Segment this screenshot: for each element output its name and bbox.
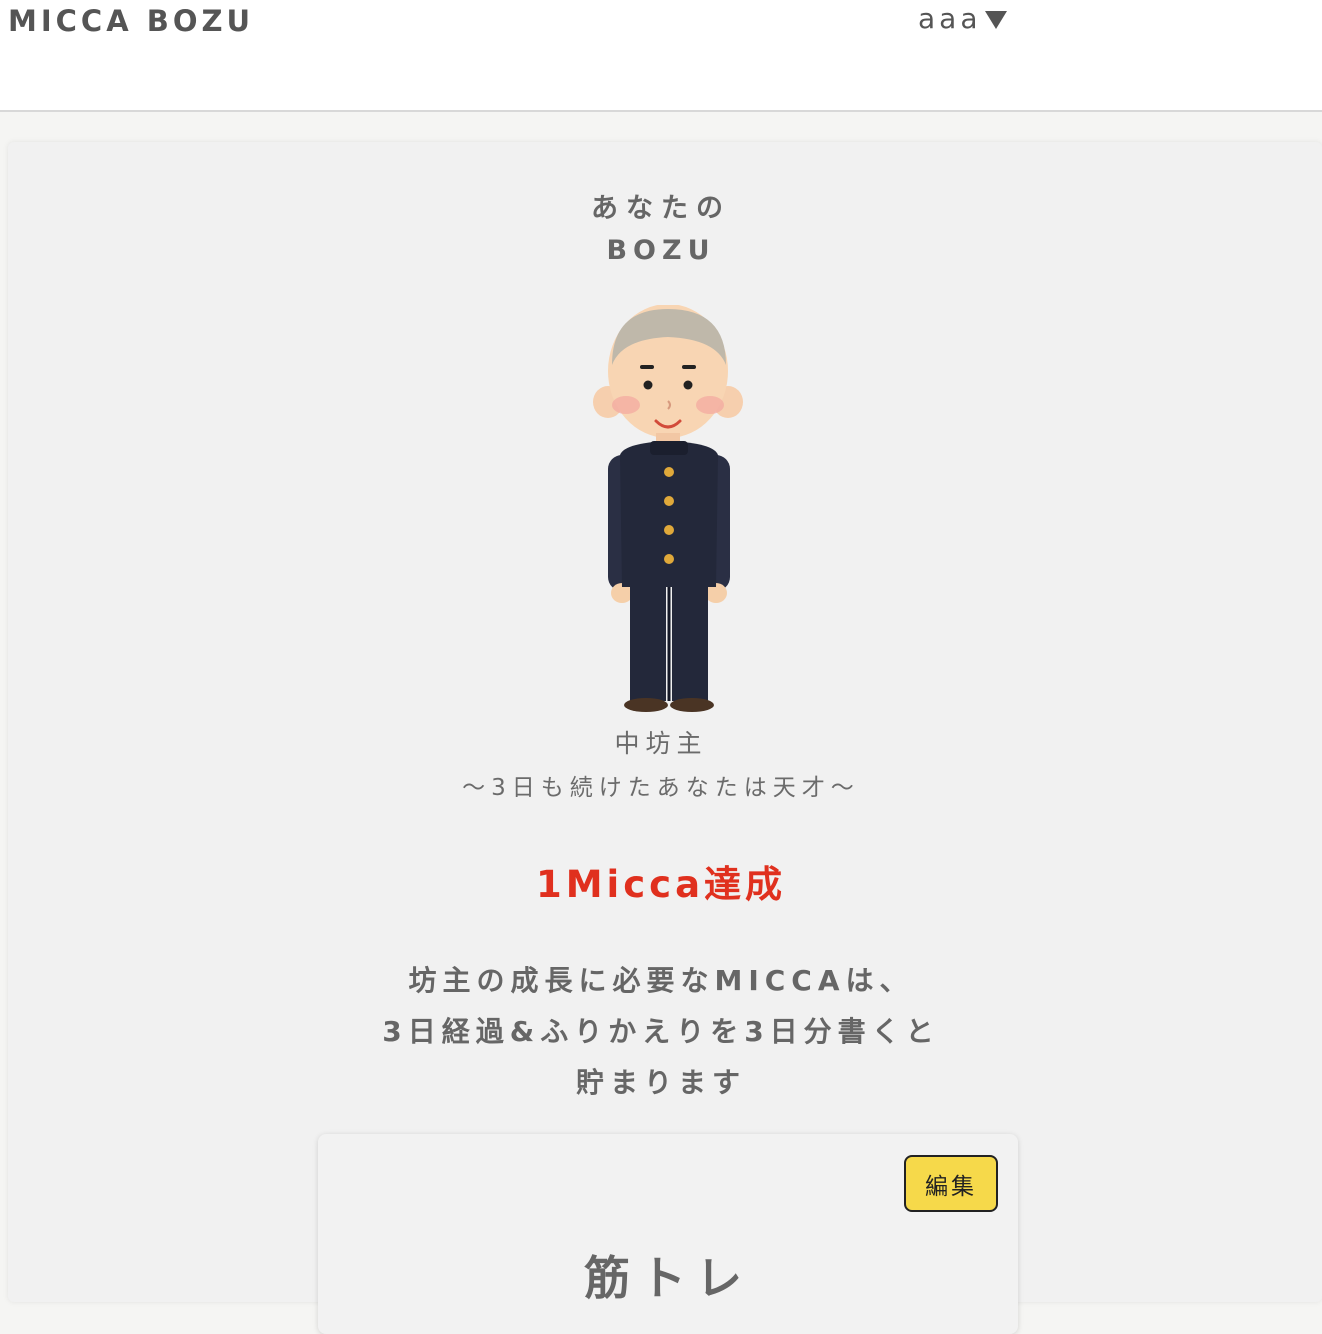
habit-title: 筋トレ <box>584 1251 752 1305</box>
caret-down-icon[interactable] <box>985 10 1008 29</box>
edit-button[interactable]: 編集 <box>904 1155 998 1212</box>
heading-bozu: BOZU <box>606 235 716 266</box>
rank-name: 中坊主 <box>614 729 708 758</box>
achievement-count: 1Micca達成 <box>535 863 787 906</box>
user-menu[interactable]: aaa <box>918 2 1008 35</box>
micca-explanation: 坊主の成長に必要なMICCAは、 3日経過&ふりかえりを3日分書くと 貯まります <box>0 955 1322 1108</box>
app-header: MICCA BOZU aaa <box>0 0 1322 112</box>
rank-description: 〜3日も続けたあなたは天才〜 <box>462 775 860 801</box>
heading-your: あなたの <box>591 193 731 224</box>
brand-logo[interactable]: MICCA BOZU <box>8 4 254 38</box>
explanation-line: 3日経過&ふりかえりを3日分書くと <box>382 1015 940 1048</box>
explanation-line: 坊主の成長に必要なMICCAは、 <box>408 964 914 997</box>
bozu-character-illustration <box>593 305 743 712</box>
user-name[interactable]: aaa <box>918 2 981 35</box>
explanation-line: 貯まります <box>575 1066 746 1099</box>
